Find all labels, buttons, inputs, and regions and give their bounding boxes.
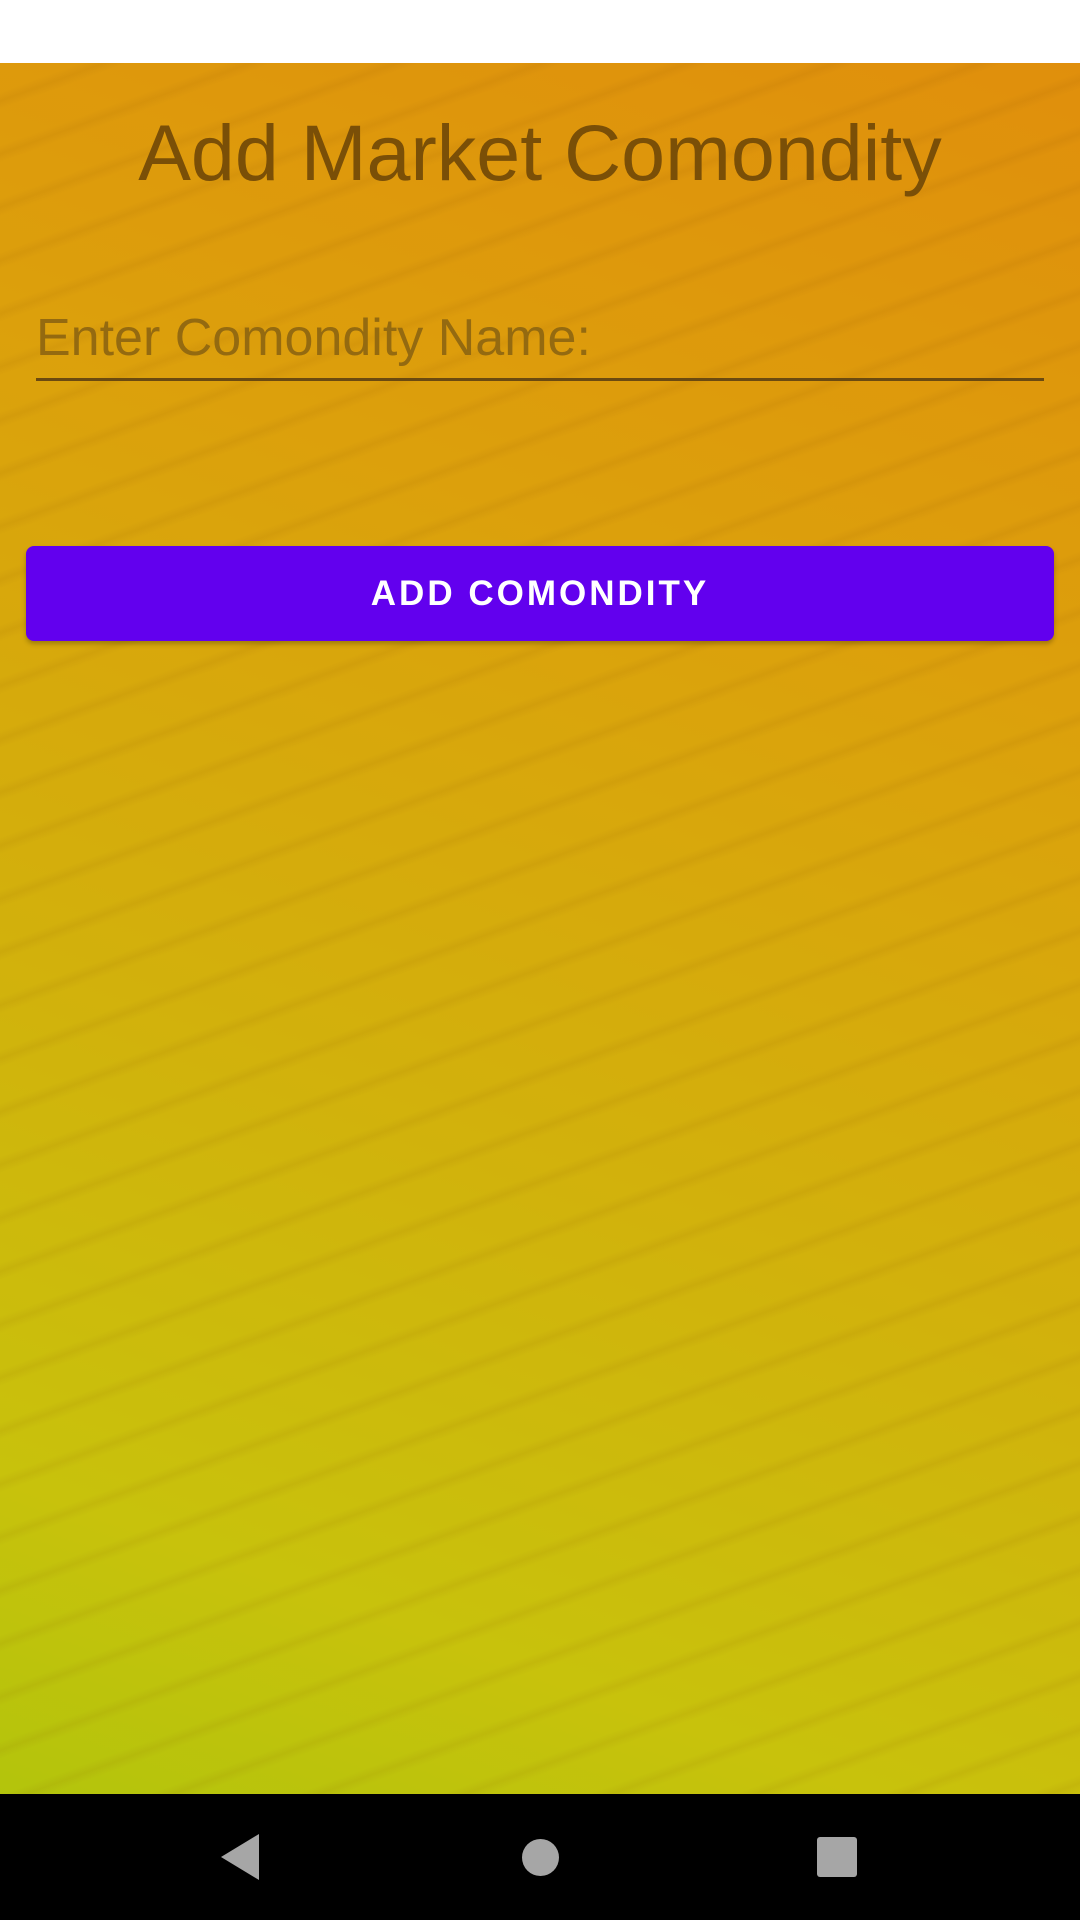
home-button[interactable] bbox=[504, 1821, 576, 1893]
app-screen: Add Market Comondity ADD COMONDITY bbox=[0, 0, 1080, 1920]
status-bar bbox=[0, 0, 1080, 63]
recents-icon bbox=[817, 1837, 857, 1877]
page-title: Add Market Comondity bbox=[138, 108, 942, 197]
back-icon bbox=[221, 1834, 259, 1880]
back-button[interactable] bbox=[204, 1821, 276, 1893]
comondity-name-input[interactable] bbox=[36, 298, 1044, 381]
main-content: Add Market Comondity ADD COMONDITY bbox=[0, 63, 1080, 1794]
system-navigation-bar bbox=[0, 1794, 1080, 1920]
recents-button[interactable] bbox=[801, 1821, 873, 1893]
add-comondity-button[interactable]: ADD COMONDITY bbox=[26, 546, 1054, 641]
home-icon bbox=[521, 1838, 559, 1876]
